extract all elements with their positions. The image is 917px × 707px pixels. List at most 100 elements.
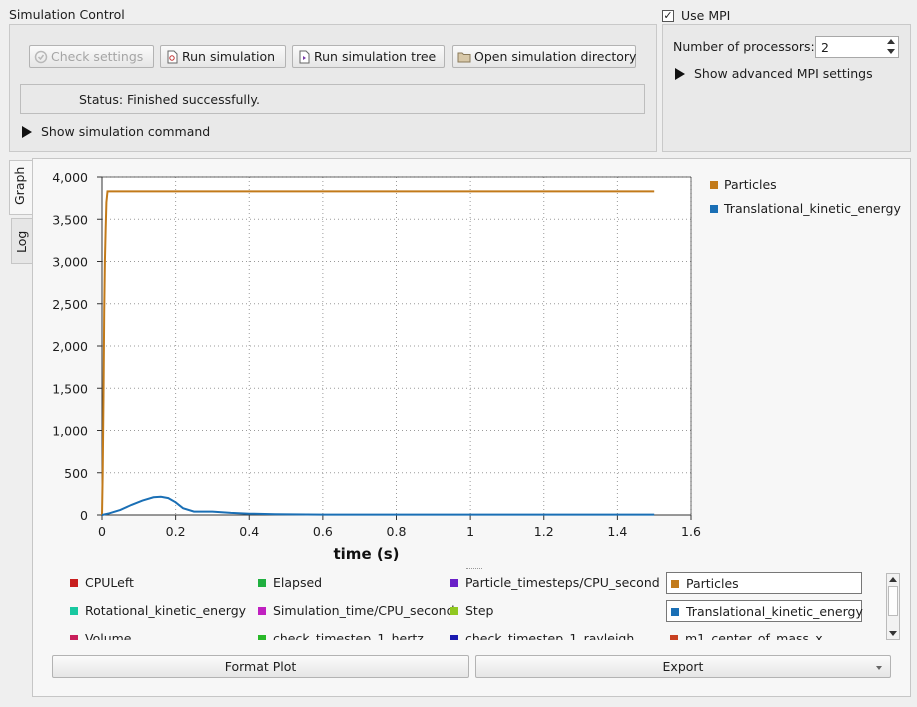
show-command-label: Show simulation command (41, 124, 211, 139)
series-list-item[interactable]: m1_center_of_mass_x (666, 628, 862, 640)
tab-log-label: Log (14, 230, 29, 253)
tab-log[interactable]: Log (11, 218, 33, 264)
series-color-swatch (450, 607, 458, 615)
x-tick-label: 1 (466, 524, 474, 539)
series-color-swatch (450, 635, 458, 640)
tab-graph[interactable]: Graph (9, 160, 33, 215)
series-list-item[interactable]: Simulation_time/CPU_second (254, 600, 455, 622)
run-simulation-tree-label: Run simulation tree (314, 49, 437, 64)
series-color-swatch (70, 635, 78, 640)
series-list-item[interactable]: Step (446, 600, 661, 622)
x-tick-label: 0 (98, 524, 106, 539)
folder-icon (457, 52, 471, 62)
splitter-handle[interactable] (466, 568, 482, 571)
x-tick-label: 0.8 (387, 524, 407, 539)
run-simulation-tree-button[interactable]: Run simulation tree (292, 45, 445, 68)
series-name: Step (465, 603, 494, 618)
legend-swatch-translational (710, 205, 718, 213)
y-tick-label: 3,500 (52, 212, 88, 227)
scroll-thumb[interactable] (888, 586, 898, 616)
series-color-swatch (258, 579, 266, 587)
run-simulation-label: Run simulation (182, 49, 276, 64)
x-tick-label: 1.4 (607, 524, 627, 539)
x-tick-label: 1.2 (534, 524, 554, 539)
series-color-swatch (670, 635, 678, 640)
checkbox-icon: ✓ (662, 8, 674, 22)
series-name: Elapsed (273, 575, 323, 590)
series-name: CPULeft (85, 575, 134, 590)
processors-spinbox[interactable]: 2 (815, 36, 899, 58)
series-list-item[interactable]: Particle_timesteps/CPU_second (446, 572, 661, 594)
x-tick-label: 1.6 (681, 524, 701, 539)
legend-label-translational: Translational_kinetic_energy (724, 201, 901, 216)
series-name: Particles (686, 576, 739, 591)
series-color-swatch (258, 635, 266, 640)
check-settings-icon (34, 50, 48, 63)
tab-graph-label: Graph (12, 166, 27, 205)
status-text: Status: Finished successfully. (79, 92, 260, 107)
series-name: m1_center_of_mass_x (685, 631, 823, 640)
series-list-item[interactable]: check_timestep_1_hertz (254, 628, 439, 640)
legend-swatch-particles (710, 181, 718, 189)
y-tick-label: 2,500 (52, 297, 88, 312)
format-plot-button[interactable]: Format Plot (52, 655, 469, 678)
y-tick-label: 1,000 (52, 424, 88, 439)
check-settings-button[interactable]: Check settings (29, 45, 154, 68)
scroll-up-icon[interactable] (889, 577, 897, 582)
processors-value: 2 (821, 40, 829, 55)
document-tree-icon (299, 50, 310, 63)
use-mpi-label: Use MPI (681, 8, 731, 23)
series-name: Particle_timesteps/CPU_second (465, 575, 660, 590)
series-scrollbar[interactable] (886, 573, 900, 640)
y-tick-label: 3,000 (52, 255, 88, 270)
use-mpi-checkbox[interactable]: ✓ Use MPI (662, 8, 730, 23)
advanced-mpi-toggle[interactable]: Show advanced MPI settings (675, 66, 873, 81)
y-tick-label: 4,000 (52, 170, 88, 185)
series-list-item[interactable]: Volume (66, 628, 246, 640)
series-list: CPULeft Elapsed Particle_timesteps/CPU_sec… (58, 572, 882, 640)
export-button[interactable]: Export (475, 655, 891, 678)
chart: 0 0.2 0.4 0.6 0.8 1 1.2 1.4 1.6 0 500 1,000 1,500 2,0… (52, 170, 701, 563)
expand-arrow-icon (675, 67, 685, 80)
show-command-toggle[interactable]: Show simulation command (22, 124, 210, 139)
series-color-swatch (450, 579, 458, 587)
format-plot-label: Format Plot (224, 659, 297, 674)
series-name: Volume (85, 631, 132, 640)
series-name: Translational_kinetic_energy (686, 604, 863, 619)
series-color-swatch (671, 580, 679, 588)
check-settings-label: Check settings (51, 49, 144, 64)
spin-down-icon[interactable] (887, 49, 895, 54)
series-color-swatch (671, 608, 679, 616)
series-list-item[interactable]: Elapsed (254, 572, 439, 594)
series-list-item[interactable]: Translational_kinetic_energy (666, 600, 863, 622)
series-list-item[interactable]: CPULeft (66, 572, 246, 594)
y-tick-label: 1,500 (52, 381, 88, 396)
expand-arrow-icon (22, 125, 32, 138)
spin-up-icon[interactable] (887, 39, 895, 44)
series-color-swatch (258, 607, 266, 615)
x-tick-label: 0.6 (313, 524, 333, 539)
x-tick-label: 0.2 (166, 524, 186, 539)
series-name: Rotational_kinetic_energy (85, 603, 247, 618)
sim-control-title: Simulation Control (9, 7, 125, 22)
export-label: Export (662, 659, 704, 674)
series-color-swatch (70, 579, 78, 587)
legend-label-particles: Particles (724, 177, 777, 192)
document-icon (167, 50, 178, 63)
series-list-item[interactable]: Particles (666, 572, 862, 594)
series-list-item[interactable]: check_timestep_1_rayleigh (446, 628, 661, 640)
open-directory-label: Open simulation directory (474, 49, 637, 64)
series-color-swatch (70, 607, 78, 615)
y-tick-label: 2,000 (52, 339, 88, 354)
y-tick-label: 500 (64, 466, 88, 481)
scroll-down-icon[interactable] (889, 631, 897, 636)
open-directory-button[interactable]: Open simulation directory (452, 45, 636, 68)
x-axis-label: time (s) (334, 545, 400, 563)
run-simulation-button[interactable]: Run simulation (160, 45, 286, 68)
x-tick-label: 0.4 (239, 524, 259, 539)
series-name: check_timestep_1_hertz (273, 631, 424, 640)
series-list-item[interactable]: Rotational_kinetic_energy (66, 600, 246, 622)
series-name: check_timestep_1_rayleigh (465, 631, 635, 640)
series-name: Simulation_time/CPU_second (273, 603, 455, 618)
processors-label: Number of processors: (673, 39, 815, 54)
